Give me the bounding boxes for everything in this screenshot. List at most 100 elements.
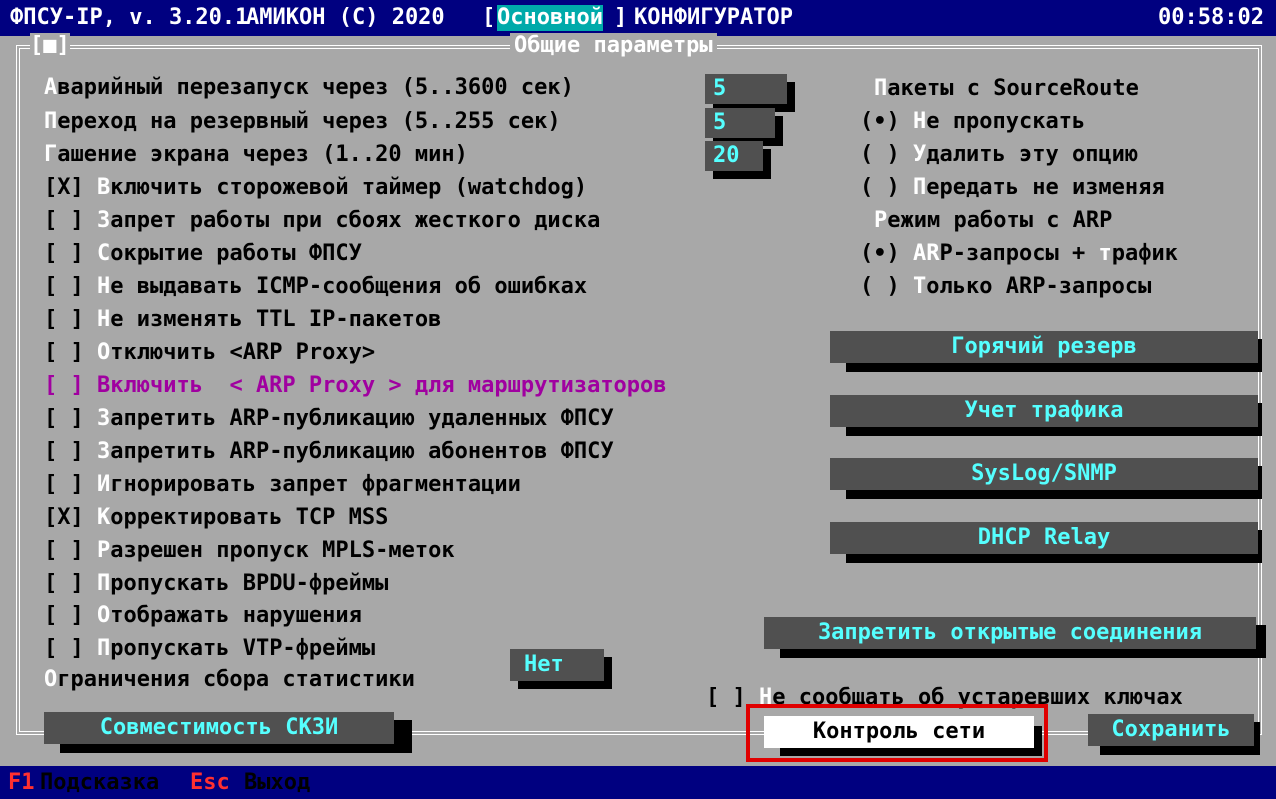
vendor-copyright: АМИКОН (C) 2020	[246, 5, 445, 30]
hotkey: О	[44, 667, 58, 692]
esc-key[interactable]: Esc	[190, 770, 230, 796]
checkbox-disable-arp-proxy[interactable]: [ ] Отключить <ARP Proxy>	[44, 340, 375, 366]
checkbox-mark[interactable]: [ ]	[44, 571, 84, 596]
save-button[interactable]: Сохранить	[1088, 714, 1254, 746]
radio-mark[interactable]: ( )	[860, 142, 900, 167]
dhcp-relay-button[interactable]: DHCP Relay	[830, 522, 1258, 554]
radio-arp-requests-traffic[interactable]: (•) ARP-запросы + трафик	[860, 241, 1178, 267]
hotkey: т	[1098, 241, 1112, 266]
stats-limit-select[interactable]: Нет	[510, 649, 604, 681]
title-bar: ФПСУ-IP, v. 3.20.1 АМИКОН (C) 2020 [ Осн…	[0, 0, 1276, 36]
hotkey: У	[913, 142, 927, 167]
radio-label: рафик	[1111, 241, 1178, 266]
hotkey: П	[97, 571, 111, 596]
hotkey: З	[97, 406, 111, 431]
dos-screen: ФПСУ-IP, v. 3.20.1 АМИКОН (C) 2020 [ Осн…	[0, 0, 1276, 799]
checkbox-mark[interactable]: [ ]	[44, 636, 84, 661]
radio-mark[interactable]: ( )	[860, 274, 900, 299]
checkbox-bpdu[interactable]: [ ] Пропускать BPDU-фреймы	[44, 571, 388, 597]
heading-text: ежим работы с ARP	[887, 208, 1113, 233]
checkbox-deny-arp-remote[interactable]: [ ] Запретить ARP-публикацию удаленных Ф…	[44, 406, 614, 432]
app-version: ФПСУ-IP, v. 3.20.1	[10, 5, 249, 30]
restart-interval-input[interactable]: 5	[705, 74, 787, 104]
checkbox-mark[interactable]: [ ]	[44, 538, 84, 563]
checkbox-mark[interactable]: [X]	[44, 175, 84, 200]
checkbox-mark[interactable]: [ ]	[44, 307, 84, 332]
field-label: Аварийный перезапуск через (5..3600 сек)	[44, 75, 574, 101]
stats-limit-text: граничения сбора статистики	[57, 667, 415, 692]
checkbox-mark[interactable]: [ ]	[44, 439, 84, 464]
checkbox-mark[interactable]: [ ]	[44, 373, 84, 398]
hotkey: Р	[97, 538, 111, 563]
checkbox-mark[interactable]: [ ]	[44, 340, 84, 365]
radio-sr-no-pass[interactable]: (•) Не пропускать	[860, 109, 1085, 135]
syslog-snmp-button[interactable]: SysLog/SNMP	[830, 458, 1258, 490]
hotkey: Н	[97, 307, 111, 332]
hotkey: П	[97, 636, 111, 661]
f1-label: Подсказка	[40, 770, 160, 795]
checkbox-keep-ttl[interactable]: [ ] Не изменять TTL IP-пакетов	[44, 307, 441, 333]
checkbox-ignore-df[interactable]: [ ] Игнорировать запрет фрагментации	[44, 472, 521, 498]
screensaver-interval-input[interactable]: 20	[705, 141, 763, 171]
checkbox-label: ропускать VTP-фреймы	[110, 636, 376, 661]
checkbox-show-violations[interactable]: [ ] Отображать нарушения	[44, 603, 362, 629]
checkbox-mark[interactable]: [ ]	[44, 472, 84, 497]
radio-mark[interactable]: (•)	[860, 241, 900, 266]
field-label: Переход на резервный через (5..255 сек)	[44, 109, 561, 135]
hotkey: С	[97, 241, 111, 266]
skzi-compat-button[interactable]: Совместимость СКЗИ	[44, 712, 394, 744]
checkbox-mpls[interactable]: [ ] Разрешен пропуск MPLS-меток	[44, 538, 455, 564]
backup-interval-input[interactable]: 5	[705, 108, 775, 138]
checkbox-label: тображать нарушения	[110, 603, 362, 628]
checkbox-mark[interactable]: [ ]	[44, 208, 84, 233]
hotkey: AR	[913, 241, 940, 266]
radio-label: е пропускать	[926, 109, 1086, 134]
hotkey: К	[97, 505, 111, 530]
field-text: ашение экрана через (1..20 мин)	[57, 142, 468, 167]
hotkey: И	[97, 472, 111, 497]
checkbox-mark[interactable]: [ ]	[44, 241, 84, 266]
hot-reserve-button[interactable]: Горячий резерв	[830, 331, 1258, 363]
field-text: варийный перезапуск через (5..3600 сек)	[57, 75, 574, 100]
arp-mode-heading: Режим работы с ARP	[874, 208, 1112, 234]
hotkey: Р	[874, 208, 888, 233]
hotkey: Н	[97, 274, 111, 299]
radio-label: P-запросы +	[939, 241, 1099, 266]
checkbox-label: е выдавать ICMP-сообщения об ошибках	[110, 274, 588, 299]
checkbox-arp-proxy-routers[interactable]: [ ] Включить < ARP Proxy > для маршрутиз…	[44, 373, 667, 399]
checkbox-mark[interactable]: [X]	[44, 505, 84, 530]
frame-title: Общие параметры	[510, 33, 717, 59]
checkbox-no-icmp[interactable]: [ ] Не выдавать ICMP-сообщения об ошибка…	[44, 274, 587, 300]
checkbox-label: ропускать BPDU-фреймы	[110, 571, 389, 596]
checkbox-label: азрешен пропуск MPLS-меток	[110, 538, 455, 563]
help-bar: F1 Подсказка Esc Выход	[0, 766, 1276, 799]
checkbox-mark[interactable]: [ ]	[44, 603, 84, 628]
radio-arp-requests-only[interactable]: ( ) Только ARP-запросы	[860, 274, 1151, 300]
checkbox-label: орректировать TCP MSS	[110, 505, 389, 530]
hotkey: О	[97, 603, 111, 628]
deny-open-connections-button[interactable]: Запретить открытые соединения	[764, 617, 1256, 649]
hotkey: З	[97, 439, 111, 464]
radio-label: олько ARP-запросы	[926, 274, 1152, 299]
window-close-marker[interactable]: [■]	[30, 33, 70, 59]
radio-mark[interactable]: ( )	[860, 175, 900, 200]
checkbox-label: апретить ARP-публикацию удаленных ФПСУ	[110, 406, 614, 431]
checkbox-watchdog[interactable]: [X] Включить сторожевой таймер (watchdog…	[44, 175, 587, 201]
radio-sr-remove-option[interactable]: ( ) Удалить эту опцию	[860, 142, 1138, 168]
checkbox-disk-failure[interactable]: [ ] Запрет работы при сбоях жесткого дис…	[44, 208, 600, 234]
radio-sr-pass-unchanged[interactable]: ( ) Передать не изменяя	[860, 175, 1165, 201]
radio-mark[interactable]: (•)	[860, 109, 900, 134]
hotkey: Т	[913, 274, 927, 299]
radio-label: далить эту опцию	[926, 142, 1139, 167]
traffic-accounting-button[interactable]: Учет трафика	[830, 395, 1258, 427]
checkbox-mark[interactable]: [ ]	[44, 274, 84, 299]
hotkey: В	[97, 175, 111, 200]
checkbox-mark[interactable]: [ ]	[706, 685, 746, 710]
checkbox-mark[interactable]: [ ]	[44, 406, 84, 431]
f1-key[interactable]: F1	[8, 770, 35, 796]
checkbox-deny-arp-subscribers[interactable]: [ ] Запретить ARP-публикацию абонентов Ф…	[44, 439, 614, 465]
checkbox-hide-fpsu[interactable]: [ ] Сокрытие работы ФПСУ	[44, 241, 362, 267]
checkbox-tcp-mss[interactable]: [X] Корректировать TCP MSS	[44, 505, 388, 531]
hotkey: О	[97, 340, 111, 365]
checkbox-vtp[interactable]: [ ] Пропускать VTP-фреймы	[44, 636, 375, 662]
